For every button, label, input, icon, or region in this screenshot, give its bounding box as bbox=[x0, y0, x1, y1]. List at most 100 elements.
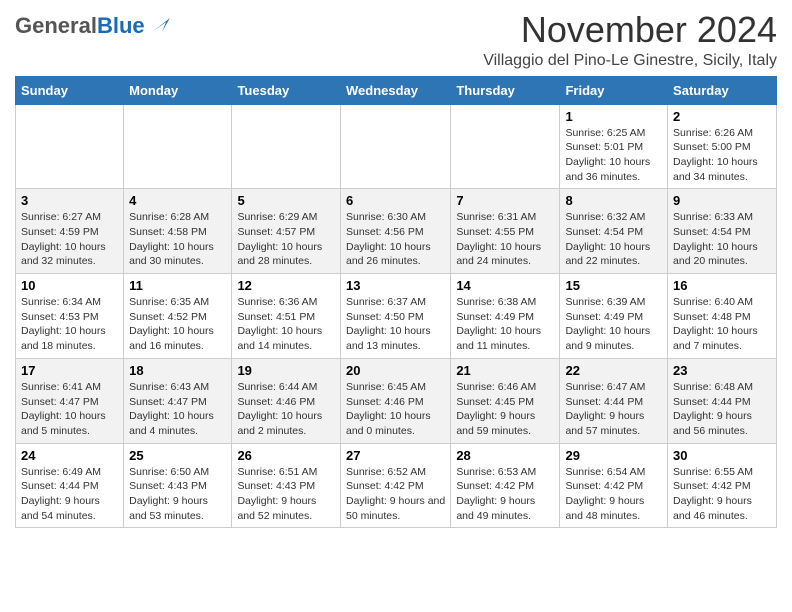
calendar-cell: 26Sunrise: 6:51 AM Sunset: 4:43 PM Dayli… bbox=[232, 443, 341, 528]
day-number: 3 bbox=[21, 193, 118, 208]
day-number: 7 bbox=[456, 193, 554, 208]
day-number: 5 bbox=[237, 193, 335, 208]
calendar-cell: 5Sunrise: 6:29 AM Sunset: 4:57 PM Daylig… bbox=[232, 189, 341, 274]
logo-general: General bbox=[15, 13, 97, 38]
day-info: Sunrise: 6:48 AM Sunset: 4:44 PM Dayligh… bbox=[673, 380, 771, 439]
calendar-week-row: 3 Sunrise: 6:27 AM Sunset: 4:59 PM Daylig… bbox=[16, 189, 777, 274]
day-info: Sunrise: 6:44 AM Sunset: 4:46 PM Dayligh… bbox=[237, 380, 335, 439]
calendar-cell: 11 Sunrise: 6:35 AM Sunset: 4:52 PM Dayli… bbox=[124, 274, 232, 359]
day-info: Sunrise: 6:38 AM Sunset: 4:49 PM Dayligh… bbox=[456, 295, 554, 354]
day-info: Sunrise: 6:25 AM Sunset: 5:01 PM Dayligh… bbox=[565, 126, 662, 185]
day-number: 21 bbox=[456, 363, 554, 378]
day-number: 1 bbox=[565, 109, 662, 124]
day-number: 28 bbox=[456, 448, 554, 463]
day-info: Sunrise: 6:36 AM Sunset: 4:51 PM Dayligh… bbox=[237, 295, 335, 354]
calendar-cell bbox=[232, 104, 341, 189]
day-number: 23 bbox=[673, 363, 771, 378]
calendar-cell: 17Sunrise: 6:41 AM Sunset: 4:47 PM Dayli… bbox=[16, 358, 124, 443]
calendar-cell: 24 Sunrise: 6:49 AM Sunset: 4:44 PM Dayli… bbox=[16, 443, 124, 528]
day-info: Sunrise: 6:32 AM Sunset: 4:54 PM Dayligh… bbox=[565, 210, 662, 269]
calendar-table: SundayMondayTuesdayWednesdayThursdayFrid… bbox=[15, 76, 777, 529]
day-info: Sunrise: 6:35 AM Sunset: 4:52 PM Dayligh… bbox=[129, 295, 226, 354]
calendar-cell: 3 Sunrise: 6:27 AM Sunset: 4:59 PM Daylig… bbox=[16, 189, 124, 274]
day-number: 9 bbox=[673, 193, 771, 208]
day-info: Sunrise: 6:46 AM Sunset: 4:45 PM Dayligh… bbox=[456, 380, 554, 439]
day-info: Sunrise: 6:50 AM Sunset: 4:43 PM Dayligh… bbox=[129, 465, 226, 524]
calendar-cell: 7 Sunrise: 6:31 AM Sunset: 4:55 PM Daylig… bbox=[451, 189, 560, 274]
day-info: Sunrise: 6:49 AM Sunset: 4:44 PM Dayligh… bbox=[21, 465, 118, 524]
day-number: 17 bbox=[21, 363, 118, 378]
day-number: 20 bbox=[346, 363, 445, 378]
day-number: 27 bbox=[346, 448, 445, 463]
day-number: 2 bbox=[673, 109, 771, 124]
day-info: Sunrise: 6:30 AM Sunset: 4:56 PM Dayligh… bbox=[346, 210, 445, 269]
day-number: 14 bbox=[456, 278, 554, 293]
col-header-wednesday: Wednesday bbox=[340, 76, 450, 104]
calendar-cell: 25Sunrise: 6:50 AM Sunset: 4:43 PM Dayli… bbox=[124, 443, 232, 528]
day-info: Sunrise: 6:27 AM Sunset: 4:59 PM Dayligh… bbox=[21, 210, 118, 269]
day-number: 16 bbox=[673, 278, 771, 293]
col-header-tuesday: Tuesday bbox=[232, 76, 341, 104]
calendar-cell: 27 Sunrise: 6:52 AM Sunset: 4:42 PM Dayli… bbox=[340, 443, 450, 528]
col-header-thursday: Thursday bbox=[451, 76, 560, 104]
day-info: Sunrise: 6:47 AM Sunset: 4:44 PM Dayligh… bbox=[565, 380, 662, 439]
calendar-cell: 29 Sunrise: 6:54 AM Sunset: 4:42 PM Dayli… bbox=[560, 443, 668, 528]
calendar-cell: 2 Sunrise: 6:26 AM Sunset: 5:00 PM Daylig… bbox=[668, 104, 777, 189]
calendar-cell bbox=[340, 104, 450, 189]
calendar-cell: 28Sunrise: 6:53 AM Sunset: 4:42 PM Dayli… bbox=[451, 443, 560, 528]
calendar-cell: 16 Sunrise: 6:40 AM Sunset: 4:48 PM Dayli… bbox=[668, 274, 777, 359]
day-number: 15 bbox=[565, 278, 662, 293]
day-info: Sunrise: 6:52 AM Sunset: 4:42 PM Dayligh… bbox=[346, 465, 445, 524]
logo: GeneralBlue bbox=[15, 15, 170, 37]
logo-icon bbox=[148, 14, 170, 36]
day-number: 30 bbox=[673, 448, 771, 463]
calendar-cell: 4 Sunrise: 6:28 AM Sunset: 4:58 PM Daylig… bbox=[124, 189, 232, 274]
calendar-week-row: 1 Sunrise: 6:25 AM Sunset: 5:01 PM Daylig… bbox=[16, 104, 777, 189]
day-info: Sunrise: 6:28 AM Sunset: 4:58 PM Dayligh… bbox=[129, 210, 226, 269]
calendar-cell: 9Sunrise: 6:33 AM Sunset: 4:54 PM Daylig… bbox=[668, 189, 777, 274]
day-number: 26 bbox=[237, 448, 335, 463]
calendar-week-row: 10 Sunrise: 6:34 AM Sunset: 4:53 PM Dayli… bbox=[16, 274, 777, 359]
calendar-header-row: SundayMondayTuesdayWednesdayThursdayFrid… bbox=[16, 76, 777, 104]
day-info: Sunrise: 6:40 AM Sunset: 4:48 PM Dayligh… bbox=[673, 295, 771, 354]
day-info: Sunrise: 6:26 AM Sunset: 5:00 PM Dayligh… bbox=[673, 126, 771, 185]
calendar-cell: 6 Sunrise: 6:30 AM Sunset: 4:56 PM Daylig… bbox=[340, 189, 450, 274]
day-number: 11 bbox=[129, 278, 226, 293]
calendar-cell: 10 Sunrise: 6:34 AM Sunset: 4:53 PM Dayli… bbox=[16, 274, 124, 359]
day-number: 29 bbox=[565, 448, 662, 463]
calendar-cell: 13 Sunrise: 6:37 AM Sunset: 4:50 PM Dayli… bbox=[340, 274, 450, 359]
day-number: 19 bbox=[237, 363, 335, 378]
day-info: Sunrise: 6:39 AM Sunset: 4:49 PM Dayligh… bbox=[565, 295, 662, 354]
calendar-cell: 30 Sunrise: 6:55 AM Sunset: 4:42 PM Dayli… bbox=[668, 443, 777, 528]
col-header-friday: Friday bbox=[560, 76, 668, 104]
calendar-cell: 22 Sunrise: 6:47 AM Sunset: 4:44 PM Dayli… bbox=[560, 358, 668, 443]
col-header-saturday: Saturday bbox=[668, 76, 777, 104]
title-block: November 2024 Villaggio del Pino-Le Gine… bbox=[483, 10, 777, 70]
day-number: 24 bbox=[21, 448, 118, 463]
day-number: 4 bbox=[129, 193, 226, 208]
day-info: Sunrise: 6:31 AM Sunset: 4:55 PM Dayligh… bbox=[456, 210, 554, 269]
location: Villaggio del Pino-Le Ginestre, Sicily, … bbox=[483, 52, 777, 70]
day-number: 22 bbox=[565, 363, 662, 378]
day-number: 12 bbox=[237, 278, 335, 293]
day-info: Sunrise: 6:55 AM Sunset: 4:42 PM Dayligh… bbox=[673, 465, 771, 524]
day-number: 10 bbox=[21, 278, 118, 293]
calendar-cell: 19 Sunrise: 6:44 AM Sunset: 4:46 PM Dayli… bbox=[232, 358, 341, 443]
page-header: GeneralBlue November 2024 Villaggio del … bbox=[15, 10, 777, 70]
calendar-cell: 18Sunrise: 6:43 AM Sunset: 4:47 PM Dayli… bbox=[124, 358, 232, 443]
day-number: 13 bbox=[346, 278, 445, 293]
day-number: 18 bbox=[129, 363, 226, 378]
calendar-cell: 21 Sunrise: 6:46 AM Sunset: 4:45 PM Dayli… bbox=[451, 358, 560, 443]
calendar-cell: 12 Sunrise: 6:36 AM Sunset: 4:51 PM Dayli… bbox=[232, 274, 341, 359]
calendar-cell: 20 Sunrise: 6:45 AM Sunset: 4:46 PM Dayli… bbox=[340, 358, 450, 443]
calendar-cell: 8 Sunrise: 6:32 AM Sunset: 4:54 PM Daylig… bbox=[560, 189, 668, 274]
day-number: 8 bbox=[565, 193, 662, 208]
logo-blue: Blue bbox=[97, 13, 145, 38]
calendar-cell: 15 Sunrise: 6:39 AM Sunset: 4:49 PM Dayli… bbox=[560, 274, 668, 359]
day-info: Sunrise: 6:45 AM Sunset: 4:46 PM Dayligh… bbox=[346, 380, 445, 439]
day-info: Sunrise: 6:54 AM Sunset: 4:42 PM Dayligh… bbox=[565, 465, 662, 524]
day-info: Sunrise: 6:34 AM Sunset: 4:53 PM Dayligh… bbox=[21, 295, 118, 354]
day-number: 6 bbox=[346, 193, 445, 208]
day-info: Sunrise: 6:37 AM Sunset: 4:50 PM Dayligh… bbox=[346, 295, 445, 354]
calendar-cell bbox=[16, 104, 124, 189]
